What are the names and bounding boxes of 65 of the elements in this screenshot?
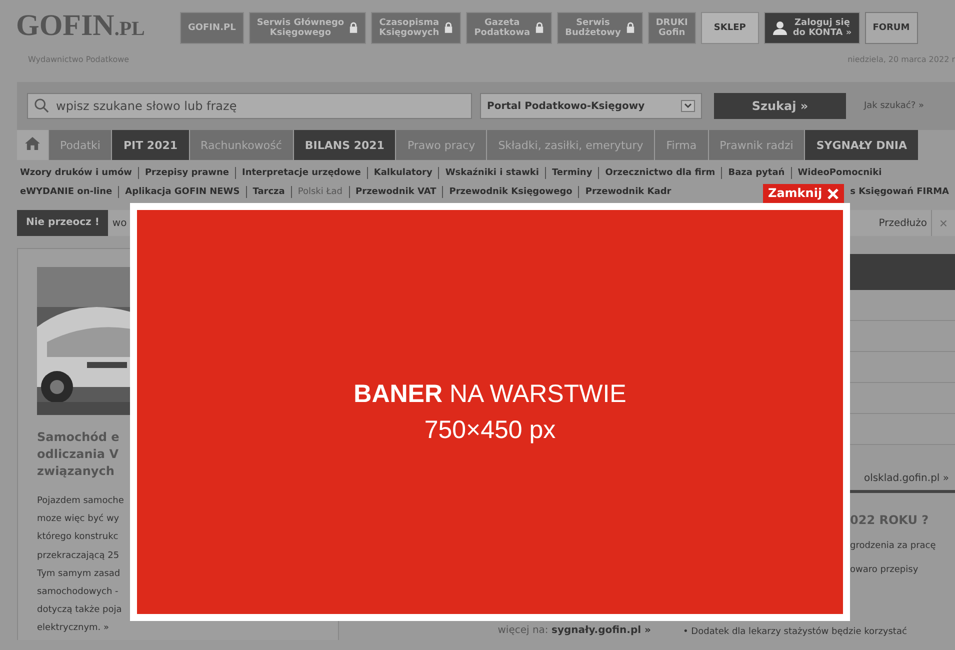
portal-select[interactable]: Portal Podatkowo-Księgowy [480,93,702,119]
home-icon [25,137,40,150]
article-text: Pojazdem samoche [37,495,124,508]
menu-tab[interactable]: BILANS 2021 [294,130,396,160]
article-text: samochodowych - [37,586,118,600]
nav-button[interactable]: Czasopisma Księgowych [371,12,462,44]
nav-button[interactable]: SKLEP [700,12,759,44]
article-text: przekraczającą 25 [37,550,120,563]
article-text: elektrycznym. » [37,622,110,636]
ticker-text[interactable]: Przedłużo [874,218,931,228]
article-text: Tym samym zasad [37,568,120,581]
quick-link[interactable]: Przepisy prawne [138,167,235,179]
nav-button[interactable]: FORUM [864,12,918,44]
more-label: więcej na: [498,625,548,636]
nav-button[interactable]: DRUKI Gofin [648,12,696,44]
banner-overlay[interactable]: BANER NA WARSTWIE 750×450 px [130,203,850,621]
quick-link[interactable]: Interpretacje urzędowe [235,167,367,179]
article-text: którego konstrukc [37,530,118,544]
menu-tab[interactable]: PIT 2021 [112,130,189,160]
nav-button[interactable]: Zaloguj się do KONTA » [764,12,860,44]
quick-link[interactable]: s Księgowań FIRMA [850,186,949,198]
side-link[interactable]: olsklad.gofin.pl » [864,473,949,484]
quick-link[interactable]: eWYDANIE on-line [20,186,118,198]
nav-button[interactable]: GOFIN.PL [180,12,244,44]
quick-link[interactable]: Wskaźniki i stawki [438,167,545,179]
close-banner-button[interactable]: Zamknij [763,184,844,203]
quick-link[interactable]: Orzecznictwo dla firm [598,167,722,179]
quick-link[interactable]: Przewodnik VAT [348,186,442,198]
side-heading: 022 ROKU ? [850,513,930,527]
close-icon [827,188,840,200]
site-logo[interactable]: GOFIN.PL [16,10,166,45]
side-item[interactable]: grodzenia za pracę [850,541,955,551]
search-field[interactable]: wpisz szukane słowo lub frazę [27,93,472,119]
banner-size: 750×450 px [424,415,556,446]
side-item[interactable]: owaro przepisy [850,565,955,575]
search-button[interactable]: Szukaj » [714,93,846,119]
nav-button[interactable]: Serwis Głównego Księgowego [248,12,366,44]
menu-tab[interactable]: SYGNAŁY DNIA [805,130,918,160]
quick-link[interactable]: Baza pytań [721,167,791,179]
article-title[interactable]: związanych [37,463,114,480]
side-item[interactable]: • Dodatek dla lekarzy stażystów będzie korzystać [683,626,955,638]
banner-title: BANER NA WARSTWIE [354,379,626,410]
quick-link[interactable]: Kalkulatory [366,167,438,179]
home-button[interactable] [17,130,48,160]
article-title[interactable]: odliczania V [37,446,118,463]
quick-link[interactable]: Tarcza [246,186,291,198]
quick-link[interactable]: Polski Ład [290,186,349,198]
nav-button[interactable]: Gazeta Podatkowa [466,12,552,44]
more-link[interactable]: sygnały.gofin.pl » [552,625,651,636]
article-text: moze więc być wy [37,512,120,526]
quick-link[interactable]: Wzory druków i umów [20,167,138,179]
nav-button[interactable]: Serwis Budżetowy [557,12,643,44]
quick-link[interactable]: Przewodnik Księgowego [442,186,578,198]
search-icon [34,98,49,113]
quick-link[interactable]: Aplikacja GOFIN NEWS [118,186,246,198]
user-icon [772,20,788,36]
search-help-link[interactable]: Jak szukać? » [864,101,924,111]
ticker-text[interactable]: wo [108,218,131,228]
quick-link[interactable]: Terminy [544,167,598,179]
ticker-label: Nie przeocz ! [17,210,108,236]
quick-link[interactable]: Przewodnik Kadr [578,186,678,198]
quick-link[interactable]: WideoPomocniki [790,167,888,179]
article-text: dotyczą także poja [37,604,122,618]
dropdown-icon [681,100,695,112]
article-title[interactable]: Samochód e [37,429,120,446]
